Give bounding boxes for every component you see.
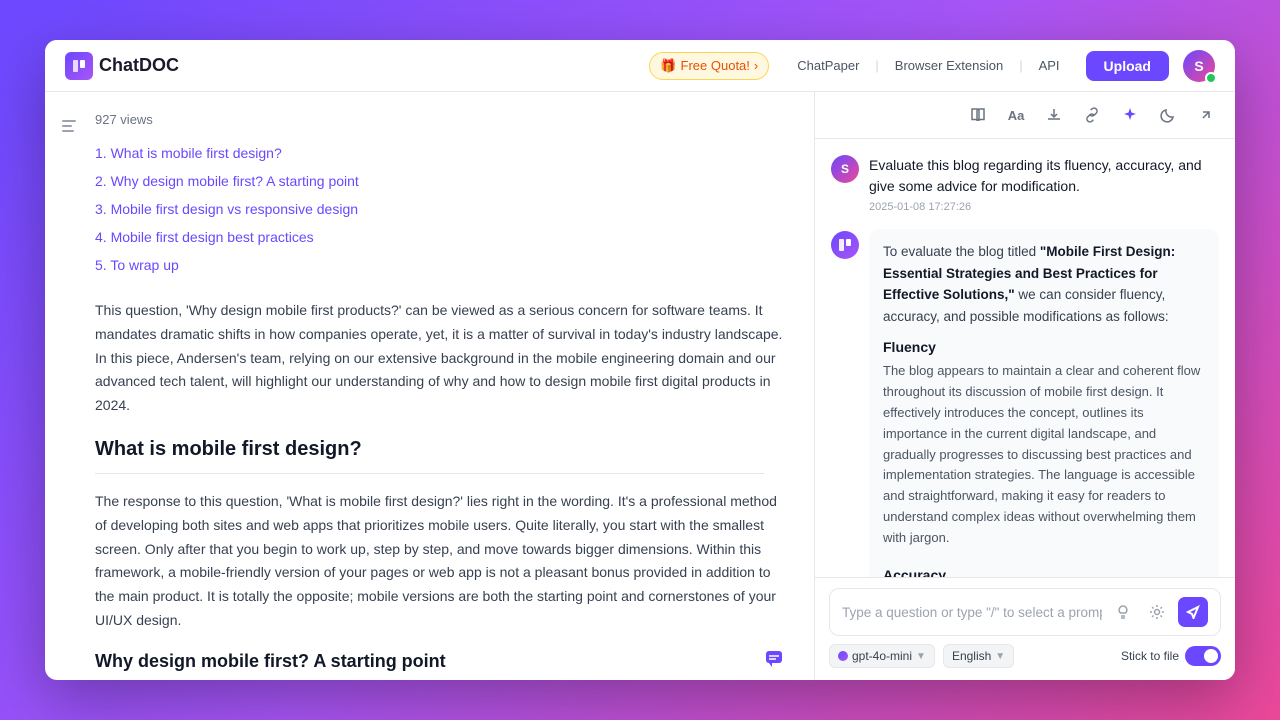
ai-fluency-body: The blog appears to maintain a clear and… [883, 361, 1205, 548]
model-dot-icon [838, 651, 848, 661]
toc-item[interactable]: 2. Why design mobile first? A starting p… [95, 167, 784, 195]
logo[interactable]: ChatDOC [65, 52, 179, 80]
main-content: 927 views 1. What is mobile first design… [45, 92, 1235, 680]
chevron-right-icon: › [754, 58, 758, 73]
section2-heading-text: Why design mobile first? A starting poin… [95, 651, 446, 672]
input-area: gpt-4o-mini ▼ English ▼ Stick to file [815, 577, 1235, 680]
ai-message-intro: To evaluate the blog titled "Mobile Firs… [883, 241, 1205, 327]
sidebar-toggle-icon[interactable] [55, 112, 83, 140]
user-avatar: S [831, 155, 859, 183]
lang-chevron-icon: ▼ [995, 651, 1005, 662]
language-value: English [952, 649, 991, 663]
chatpaper-link[interactable]: ChatPaper [785, 53, 871, 78]
moon-toolbar-icon[interactable] [1153, 100, 1183, 130]
ai-avatar [831, 231, 859, 259]
api-link[interactable]: API [1027, 53, 1072, 78]
user-message-content: Evaluate this blog regarding its fluency… [869, 155, 1219, 213]
avatar-badge [1205, 72, 1217, 84]
toc-list: 1. What is mobile first design? 2. Why d… [75, 139, 784, 279]
message-time: 2025-01-08 17:27:26 [869, 201, 1219, 213]
browser-extension-link[interactable]: Browser Extension [883, 53, 1015, 78]
toc-item[interactable]: 4. Mobile first design best practices [95, 223, 784, 251]
section1-body: The response to this question, 'What is … [75, 490, 784, 633]
user-message-text: Evaluate this blog regarding its fluency… [869, 155, 1219, 197]
chat-input[interactable] [842, 605, 1102, 620]
right-toolbar: Aa [815, 92, 1235, 139]
model-name: gpt-4o-mini [852, 649, 912, 663]
upload-button[interactable]: Upload [1086, 51, 1169, 81]
app-window: ChatDOC 🎁 Free Quota! › ChatPaper | Brow… [45, 40, 1235, 680]
download-toolbar-icon[interactable] [1039, 100, 1069, 130]
expand-icon[interactable] [1191, 100, 1221, 130]
user-message: S Evaluate this blog regarding its fluen… [831, 155, 1219, 213]
right-panel: Aa [815, 92, 1235, 680]
header-nav: 🎁 Free Quota! › ChatPaper | Browser Exte… [649, 50, 1215, 82]
section-divider [95, 473, 764, 474]
gift-icon: 🎁 [660, 58, 676, 74]
sparkle-toolbar-icon[interactable] [1115, 100, 1145, 130]
header: ChatDOC 🎁 Free Quota! › ChatPaper | Brow… [45, 40, 1235, 92]
logo-icon [65, 52, 93, 80]
intro-text: This question, 'Why design mobile first … [75, 299, 784, 418]
stick-to-file-toggle[interactable] [1185, 646, 1221, 666]
ai-fluency-title: Fluency [883, 339, 1205, 355]
ai-accuracy-title: Accuracy [883, 567, 1205, 577]
toc-item[interactable]: 3. Mobile first design vs responsive des… [95, 195, 784, 223]
light-bulb-icon[interactable] [1110, 599, 1136, 625]
section1-heading: What is mobile first design? [95, 438, 784, 461]
stick-to-file: Stick to file [1121, 646, 1221, 666]
send-button[interactable] [1178, 597, 1208, 627]
ai-message-content: To evaluate the blog titled "Mobile Firs… [869, 229, 1219, 577]
toc-item[interactable]: 5. To wrap up [95, 251, 784, 279]
stick-to-file-label: Stick to file [1121, 649, 1179, 663]
chat-bubble-icon[interactable] [764, 649, 784, 674]
views-count: 927 views [75, 112, 784, 127]
blog-title: "Mobile First Design: Essential Strategi… [883, 244, 1175, 302]
model-selector[interactable]: gpt-4o-mini ▼ [829, 644, 935, 668]
free-quota-button[interactable]: 🎁 Free Quota! › [649, 52, 769, 80]
input-bottom: gpt-4o-mini ▼ English ▼ Stick to file [829, 644, 1221, 668]
model-chevron-icon: ▼ [916, 651, 926, 662]
settings-icon[interactable] [1144, 599, 1170, 625]
font-toolbar-icon[interactable]: Aa [1001, 100, 1031, 130]
input-box [829, 588, 1221, 636]
ai-message: 4o-mini To evaluate the blog titled "Mob… [831, 229, 1219, 577]
link-toolbar-icon[interactable] [1077, 100, 1107, 130]
language-selector[interactable]: English ▼ [943, 644, 1014, 668]
book-toolbar-icon[interactable] [963, 100, 993, 130]
chat-area[interactable]: S Evaluate this blog regarding its fluen… [815, 139, 1235, 577]
section2-heading-container: Why design mobile first? A starting poin… [95, 649, 784, 674]
left-panel: 927 views 1. What is mobile first design… [45, 92, 815, 680]
avatar[interactable]: S [1183, 50, 1215, 82]
toc-item[interactable]: 1. What is mobile first design? [95, 139, 784, 167]
